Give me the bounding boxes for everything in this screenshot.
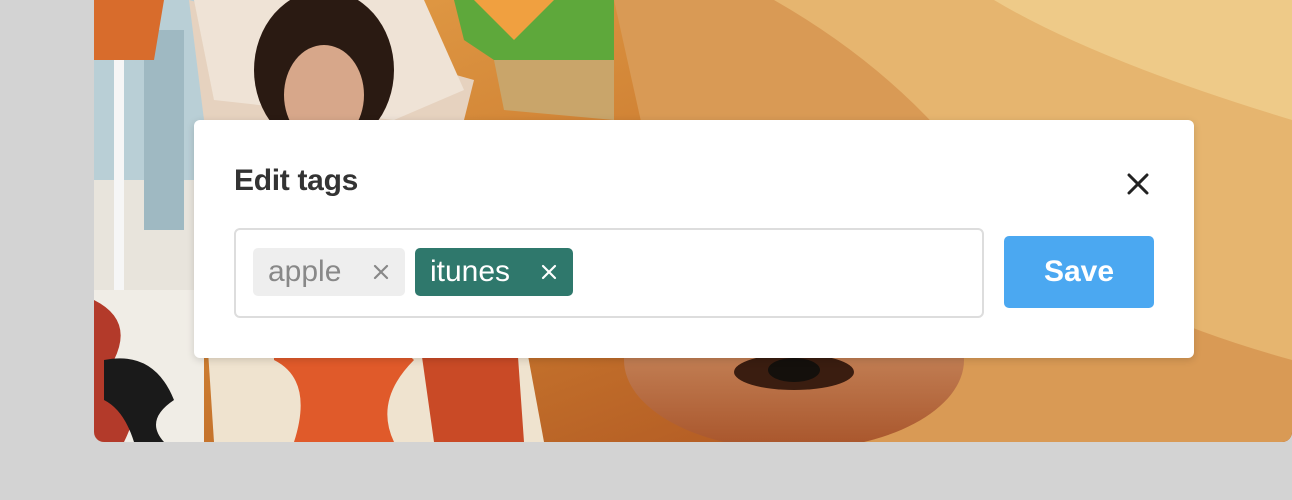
tag-apple[interactable]: apple [253, 248, 405, 296]
tag-label: itunes [430, 255, 511, 288]
modal-title: Edit tags [234, 164, 358, 197]
page-body-text [148, 470, 1288, 500]
tag-itunes[interactable]: itunes [415, 248, 573, 296]
tag-label: apple [268, 255, 342, 288]
close-icon[interactable] [371, 262, 391, 282]
close-icon[interactable] [1124, 170, 1152, 198]
edit-tags-modal: Edit tags apple itunes Save [194, 120, 1194, 358]
close-icon[interactable] [539, 262, 559, 282]
tags-input[interactable]: apple itunes [234, 228, 984, 318]
save-button[interactable]: Save [1004, 236, 1154, 308]
